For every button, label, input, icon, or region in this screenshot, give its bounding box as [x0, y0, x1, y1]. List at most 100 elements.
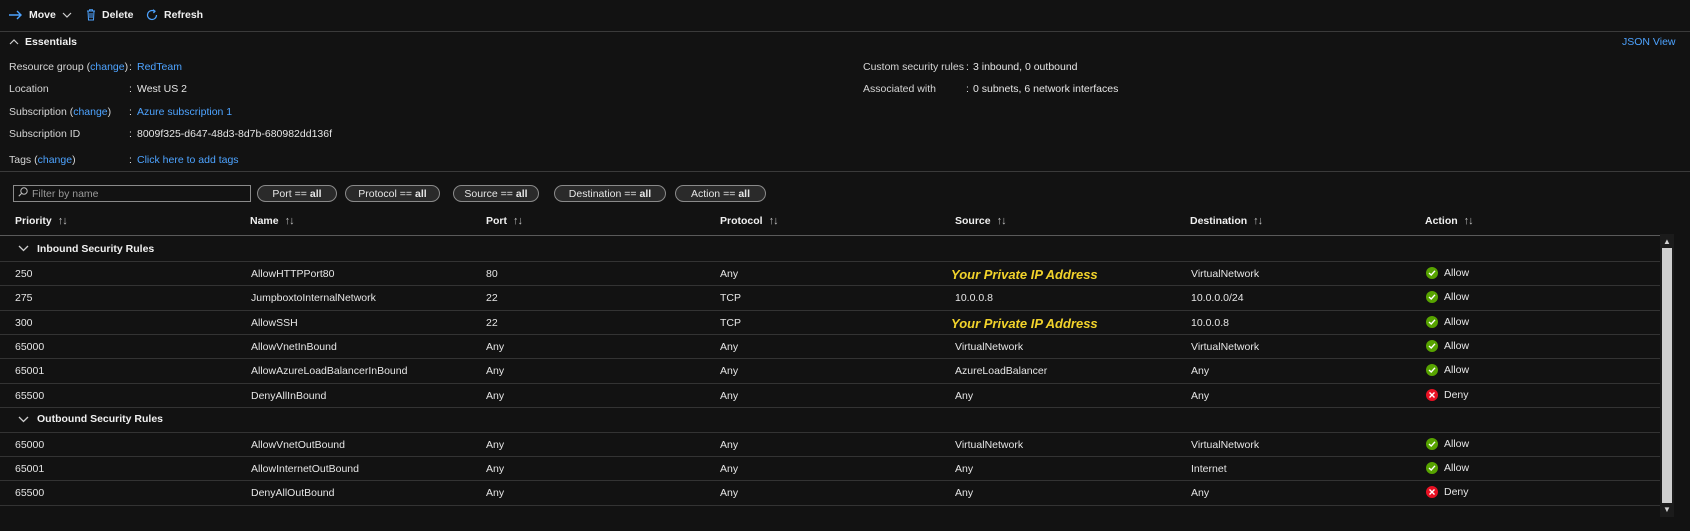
move-label: Move [29, 9, 56, 21]
table-row[interactable]: 300 AllowSSH 22 TCP Your Private IP Address 1… [0, 310, 1660, 335]
action-filter-pill[interactable]: Action == all [675, 185, 766, 202]
table-row[interactable]: 65001 AllowInternetOutBound Any Any Any Inter… [0, 456, 1660, 481]
priority-cell: 65500 [15, 389, 45, 402]
column-header-protocol[interactable]: Protocol ↑↓ [720, 215, 779, 227]
port-cell: 80 [486, 268, 498, 280]
json-view-link[interactable]: JSON View [1622, 36, 1676, 48]
scroll-up-icon[interactable]: ▲ [1663, 237, 1671, 246]
table-row[interactable]: 65001 AllowAzureLoadBalancerInBound Any Any… [0, 358, 1660, 383]
source-filter-pill[interactable]: Source == all [453, 185, 539, 202]
resource-group-value[interactable]: RedTeam [137, 61, 182, 73]
table-row[interactable]: 275 JumpboxtoInternalNetwork 22 TCP 10.0.0.8… [0, 285, 1660, 310]
delete-label: Delete [102, 9, 134, 21]
column-header-priority[interactable]: Priority ↑↓ [15, 215, 68, 227]
table-row[interactable]: 65500 DenyAllInBound Any Any Any Any Deny [0, 383, 1660, 408]
refresh-label: Refresh [164, 9, 204, 21]
port-cell: Any [486, 487, 505, 500]
source-cell: Any [955, 389, 974, 402]
tags-change-link[interactable]: change [38, 154, 72, 166]
scrollbar-thumb[interactable] [1662, 248, 1672, 503]
filter-by-name-field[interactable] [13, 185, 251, 202]
priority-cell: 65000 [15, 340, 45, 353]
table-row[interactable]: 65000 AllowVnetInBound Any Any VirtualNetwor… [0, 334, 1660, 359]
protocol-cell: Any [720, 438, 739, 451]
source-cell: Any [955, 487, 974, 500]
subscription-value[interactable]: Azure subscription 1 [137, 106, 232, 118]
name-cell: AllowVnetOutBound [251, 438, 345, 451]
associated-with-value: 0 subnets, 6 network interfaces [973, 83, 1119, 95]
priority-cell: 65001 [15, 365, 45, 378]
search-icon [18, 187, 28, 200]
colon: : [129, 106, 132, 118]
scroll-down-icon[interactable]: ▼ [1663, 505, 1671, 514]
port-filter-pill[interactable]: Port == all [257, 185, 337, 202]
name-cell: AllowInternetOutBound [251, 463, 359, 476]
action-cell: Allow [1426, 339, 1469, 352]
source-cell: 10.0.0.8 [955, 292, 993, 305]
sort-icon: ↑↓ [284, 215, 295, 227]
protocol-filter-pill[interactable]: Protocol == all [345, 185, 440, 202]
name-cell: DenyAllInBound [251, 389, 327, 402]
colon: : [129, 61, 132, 73]
custom-rules-label: Custom security rules [863, 61, 964, 73]
colon: : [966, 83, 969, 95]
column-header-source[interactable]: Source ↑↓ [955, 215, 1007, 227]
action-label: Allow [1444, 462, 1470, 475]
group-header-outbound[interactable]: Outbound Security Rules [0, 407, 1660, 432]
essentials-toggle[interactable]: Essentials [9, 36, 77, 48]
source-cell: Any [955, 463, 974, 476]
delete-button[interactable]: Delete [86, 9, 134, 21]
priority-cell: 250 [15, 268, 33, 280]
port-cell: Any [486, 438, 505, 451]
trash-icon [86, 9, 96, 21]
check-circle-icon [1426, 291, 1438, 304]
source-cell: VirtualNetwork [955, 438, 1024, 451]
check-circle-icon [1426, 437, 1438, 450]
sort-icon: ↑↓ [1253, 215, 1263, 227]
arrow-right-icon [9, 10, 23, 20]
column-header-port[interactable]: Port ↑↓ [486, 215, 523, 227]
action-cell: Deny [1426, 486, 1469, 499]
destination-cell: VirtualNetwork [1191, 268, 1260, 280]
source-annotation: Your Private IP Address [951, 315, 1098, 331]
sort-ascending-icon: ↑↓ [57, 215, 68, 227]
table-row[interactable]: 65000 AllowVnetOutBound Any Any VirtualNetwo… [0, 432, 1660, 457]
move-button[interactable]: Move [9, 9, 72, 21]
table-row[interactable]: 250 AllowHTTPPort80 80 Any Your Private IP A… [0, 261, 1660, 286]
source-cell: AzureLoadBalancer [955, 365, 1048, 378]
destination-cell: Any [1191, 365, 1210, 378]
resource-group-change-link[interactable]: change [90, 61, 124, 73]
port-cell: 22 [486, 292, 498, 305]
port-cell: Any [486, 389, 505, 402]
destination-filter-pill[interactable]: Destination == all [554, 185, 666, 202]
action-cell: Allow [1426, 267, 1469, 279]
check-circle-icon [1426, 364, 1438, 377]
add-tags-link[interactable]: Click here to add tags [137, 154, 239, 166]
chevron-down-icon [18, 245, 29, 252]
source-cell: VirtualNetwork [955, 340, 1024, 353]
protocol-cell: Any [720, 365, 739, 378]
column-header-action[interactable]: Action ↑↓ [1425, 215, 1474, 227]
custom-rules-value: 3 inbound, 0 outbound [973, 61, 1078, 73]
chevron-up-icon [9, 36, 19, 48]
column-header-name[interactable]: Name ↑↓ [250, 215, 295, 227]
x-circle-icon [1426, 388, 1438, 401]
column-header-destination[interactable]: Destination ↑↓ [1190, 215, 1263, 227]
name-cell: AllowSSH [251, 316, 298, 329]
group-header-inbound[interactable]: Inbound Security Rules [0, 236, 1660, 261]
row-divider [0, 505, 1660, 506]
action-cell: Allow [1426, 437, 1469, 450]
subscription-change-link[interactable]: change [73, 106, 107, 118]
destination-cell: 10.0.0.8 [1191, 316, 1229, 329]
filter-by-name-input[interactable] [28, 187, 242, 200]
protocol-cell: Any [720, 340, 739, 353]
refresh-button[interactable]: Refresh [146, 9, 203, 21]
resource-group-label: Resource group (change) [9, 61, 129, 73]
check-circle-icon [1426, 267, 1438, 279]
table-row[interactable]: 65500 DenyAllOutBound Any Any Any Any Deny [0, 480, 1660, 505]
action-label: Deny [1444, 486, 1469, 499]
colon: : [966, 61, 969, 73]
action-cell: Allow [1426, 462, 1470, 475]
protocol-cell: TCP [720, 292, 741, 305]
destination-cell: Any [1191, 487, 1210, 500]
